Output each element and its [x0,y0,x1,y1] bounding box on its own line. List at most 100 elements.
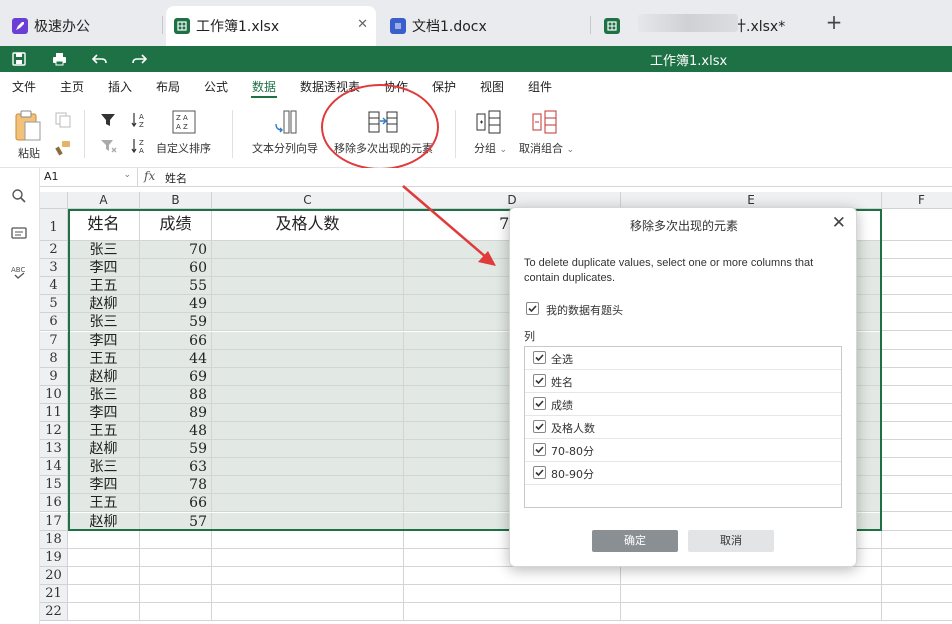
cell[interactable] [882,422,952,441]
column-item-pass-count[interactable]: 及格人数 [525,416,841,439]
cell[interactable] [882,368,952,386]
cell[interactable] [212,548,404,567]
cell[interactable]: 88 [140,385,212,404]
cell[interactable] [212,566,404,585]
comment-icon[interactable] [11,226,29,244]
cell[interactable]: 66 [140,331,212,350]
menu-formula[interactable]: 公式 [204,78,228,95]
cell[interactable] [140,584,212,603]
menu-layout[interactable]: 布局 [156,78,180,95]
cell[interactable] [68,584,140,603]
cell[interactable] [882,209,952,241]
text-to-columns-icon[interactable] [274,110,298,137]
row-header[interactable]: 2 [40,241,68,260]
redo-icon[interactable] [130,50,148,68]
column-header[interactable]: A [68,192,140,209]
column-header[interactable]: C [212,192,404,209]
close-icon[interactable]: ✕ [357,17,368,32]
print-icon[interactable] [50,50,68,68]
cell[interactable] [212,440,404,459]
cell[interactable] [212,530,404,549]
has-header-checkbox[interactable] [526,302,539,315]
group-icon[interactable] [476,110,502,137]
cancel-button[interactable]: 取消 [688,530,774,552]
column-checkbox[interactable] [533,420,546,433]
row-header[interactable]: 18 [40,530,68,549]
cell[interactable] [212,584,404,603]
cell[interactable]: 59 [140,313,212,332]
cell[interactable]: 60 [140,259,212,278]
cell[interactable]: 张三 [68,385,140,404]
cell[interactable]: 66 [140,494,212,513]
cell[interactable] [68,530,140,549]
cell[interactable] [882,549,952,567]
cell[interactable] [212,295,404,314]
cell[interactable]: 48 [140,422,212,441]
cell[interactable]: 及格人数 [212,209,404,241]
cell[interactable]: 李四 [68,476,140,495]
cell[interactable] [68,548,140,567]
cell[interactable] [140,566,212,585]
row-header[interactable]: 17 [40,512,68,531]
cell[interactable] [212,313,404,332]
cell[interactable]: 张三 [68,313,140,332]
column-item-name[interactable]: 姓名 [525,370,841,393]
cell[interactable] [68,603,140,622]
cell[interactable] [212,385,404,404]
cell[interactable] [882,440,952,459]
cell[interactable] [882,585,952,603]
row-header[interactable]: 1 [40,209,68,241]
cell[interactable] [882,350,952,368]
function-icon[interactable]: fx [144,169,155,183]
custom-sort-label[interactable]: 自定义排序 [156,140,211,156]
cell[interactable] [882,494,952,513]
new-tab-button[interactable]: + [824,12,844,32]
cell[interactable]: 赵柳 [68,295,140,314]
row-header[interactable]: 20 [40,566,68,585]
chevron-down-icon[interactable]: ⌄ [123,170,131,180]
cell[interactable]: 57 [140,512,212,531]
cell[interactable] [212,241,404,260]
tab-document1[interactable]: 文档1.docx [390,6,580,46]
paste-icon[interactable] [14,110,42,145]
sort-za-icon[interactable]: ZA [131,137,149,158]
column-checkbox[interactable] [533,351,546,364]
cell[interactable] [882,386,952,404]
cell[interactable] [212,349,404,368]
row-header[interactable]: 4 [40,277,68,296]
text-to-columns-label[interactable]: 文本分列向导 [252,140,318,156]
cell[interactable]: 赵柳 [68,367,140,386]
cell[interactable] [882,332,952,350]
cell[interactable]: 赵柳 [68,512,140,531]
menu-data[interactable]: 数据 [252,78,276,95]
clear-filter-icon[interactable] [100,138,118,157]
cell[interactable]: 李四 [68,259,140,278]
column-item-80-90[interactable]: 80-90分 [525,462,841,485]
cell[interactable]: 李四 [68,331,140,350]
cell[interactable]: 55 [140,277,212,296]
row-header[interactable]: 10 [40,385,68,404]
cell[interactable] [621,603,882,622]
close-icon[interactable]: ✕ [832,213,846,233]
ok-button[interactable]: 确定 [592,530,678,552]
row-header[interactable]: 9 [40,367,68,386]
menu-view[interactable]: 视图 [480,78,504,95]
cell[interactable] [212,403,404,422]
cell[interactable]: 70 [140,241,212,260]
row-header[interactable]: 13 [40,440,68,459]
cell[interactable] [212,512,404,531]
column-item-select-all[interactable]: 全选 [525,347,841,370]
cell[interactable]: 李四 [68,403,140,422]
ungroup-label[interactable]: 取消组合 ⌄ [519,140,574,156]
column-checkbox[interactable] [533,397,546,410]
menu-protect[interactable]: 保护 [432,78,456,95]
cell[interactable] [882,513,952,531]
select-all-corner[interactable] [40,192,68,209]
row-header[interactable]: 22 [40,603,68,622]
cell[interactable] [212,603,404,622]
menu-file[interactable]: 文件 [12,78,36,95]
row-header[interactable]: 16 [40,494,68,513]
cell[interactable]: 王五 [68,494,140,513]
row-header[interactable]: 8 [40,349,68,368]
cell[interactable] [404,603,621,622]
